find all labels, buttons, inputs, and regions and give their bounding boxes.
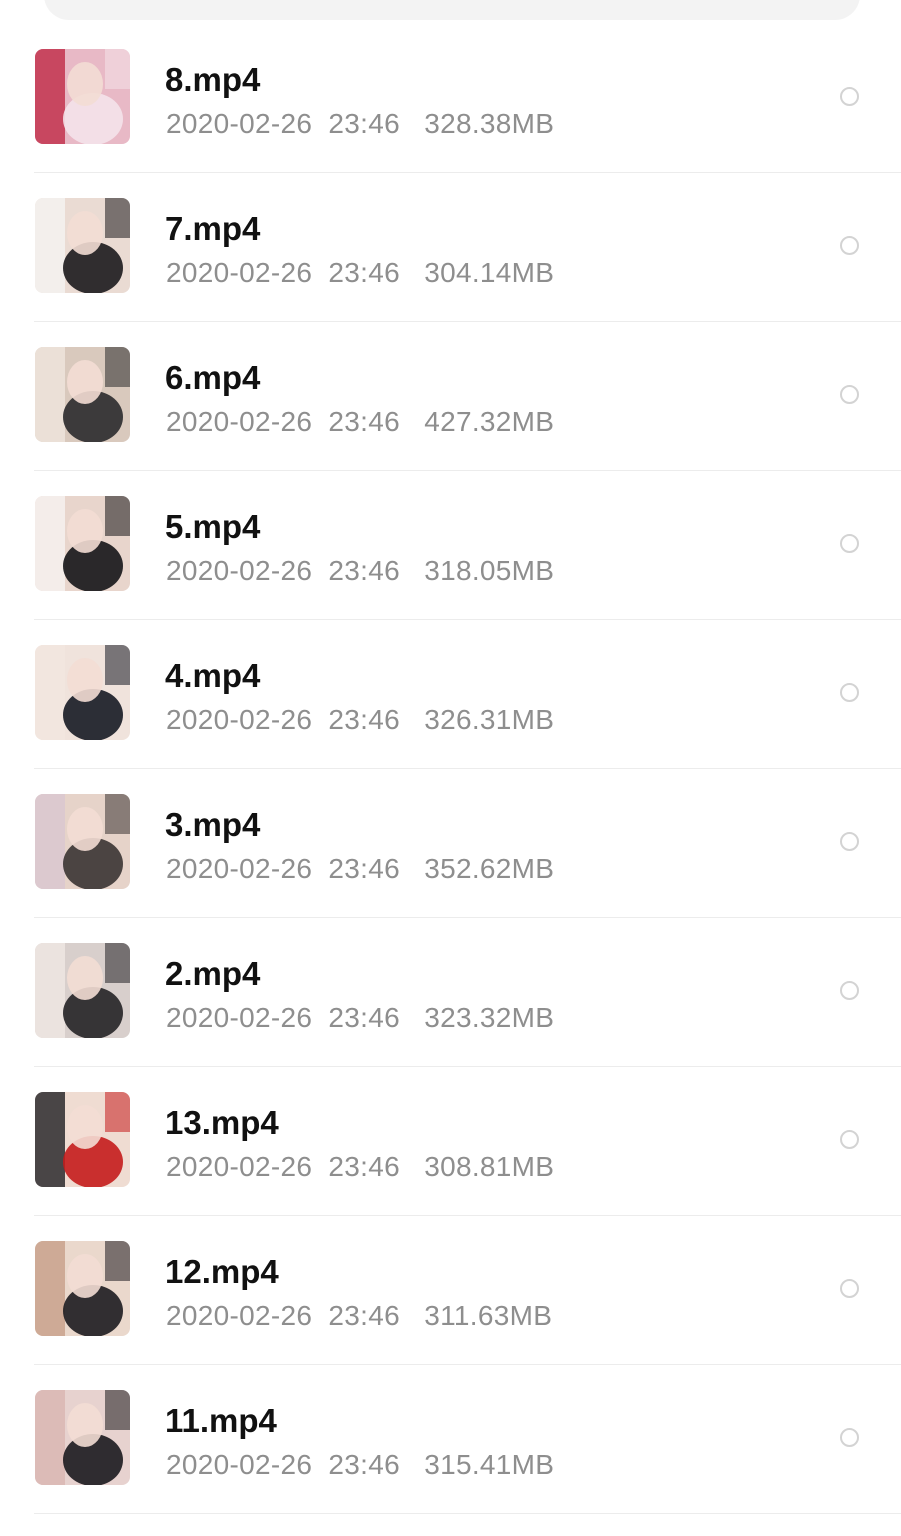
file-date: 2020-02-26 xyxy=(166,1449,313,1480)
file-time: 23:46 xyxy=(328,1151,400,1182)
select-radio[interactable] xyxy=(840,534,859,553)
file-size: 323.32MB xyxy=(424,1002,555,1033)
file-meta: 2020-02-26 23:46 318.05MB xyxy=(166,554,554,588)
file-time: 23:46 xyxy=(328,1449,400,1480)
file-meta: 2020-02-26 23:46 328.38MB xyxy=(166,107,554,141)
file-time: 23:46 xyxy=(328,108,400,139)
list-item[interactable]: 6.mp4 2020-02-26 23:46 427.32MB xyxy=(0,322,901,471)
file-date: 2020-02-26 xyxy=(166,853,313,884)
file-meta: 2020-02-26 23:46 326.31MB xyxy=(166,703,554,737)
file-size: 352.62MB xyxy=(424,853,555,884)
file-size: 427.32MB xyxy=(424,406,555,437)
file-time: 23:46 xyxy=(328,704,400,735)
video-thumbnail xyxy=(35,1241,130,1336)
file-time: 23:46 xyxy=(328,853,400,884)
select-radio[interactable] xyxy=(840,1279,859,1298)
select-radio[interactable] xyxy=(840,832,859,851)
file-size: 308.81MB xyxy=(424,1151,555,1182)
list-item[interactable]: 12.mp4 2020-02-26 23:46 311.63MB xyxy=(0,1216,901,1365)
select-radio[interactable] xyxy=(840,236,859,255)
list-item[interactable]: 11.mp4 2020-02-26 23:46 315.41MB xyxy=(0,1365,901,1514)
video-picker-screen: 8.mp4 2020-02-26 23:46 328.38MB 7.mp4 2020-… xyxy=(0,0,901,1536)
file-date: 2020-02-26 xyxy=(166,257,313,288)
file-name: 2.mp4 xyxy=(165,955,261,992)
file-date: 2020-02-26 xyxy=(166,1151,313,1182)
video-thumbnail xyxy=(35,645,130,740)
file-name: 3.mp4 xyxy=(165,806,261,843)
list-item[interactable]: 4.mp4 2020-02-26 23:46 326.31MB xyxy=(0,620,901,769)
file-size: 311.63MB xyxy=(424,1300,553,1331)
file-time: 23:46 xyxy=(328,406,400,437)
file-meta: 2020-02-26 23:46 315.41MB xyxy=(166,1448,554,1482)
file-name: 11.mp4 xyxy=(165,1402,277,1439)
file-meta: 2020-02-26 23:46 323.32MB xyxy=(166,1001,554,1035)
file-time: 23:46 xyxy=(328,1002,400,1033)
select-radio[interactable] xyxy=(840,981,859,1000)
video-thumbnail xyxy=(35,496,130,591)
file-meta: 2020-02-26 23:46 304.14MB xyxy=(166,256,554,290)
file-name: 12.mp4 xyxy=(165,1253,279,1290)
file-meta: 2020-02-26 23:46 308.81MB xyxy=(166,1150,554,1184)
video-thumbnail xyxy=(35,1092,130,1187)
video-thumbnail xyxy=(35,1390,130,1485)
file-size: 328.38MB xyxy=(424,108,555,139)
select-radio[interactable] xyxy=(840,87,859,106)
file-meta: 2020-02-26 23:46 352.62MB xyxy=(166,852,554,886)
file-name: 7.mp4 xyxy=(165,210,261,247)
file-size: 304.14MB xyxy=(424,257,555,288)
file-name: 6.mp4 xyxy=(165,359,261,396)
file-date: 2020-02-26 xyxy=(166,1300,313,1331)
file-name: 13.mp4 xyxy=(165,1104,279,1141)
file-size: 318.05MB xyxy=(424,555,555,586)
file-time: 23:46 xyxy=(328,555,400,586)
video-thumbnail xyxy=(35,49,130,144)
file-time: 23:46 xyxy=(328,1300,400,1331)
file-name: 8.mp4 xyxy=(165,61,261,98)
file-date: 2020-02-26 xyxy=(166,555,313,586)
video-thumbnail xyxy=(35,943,130,1038)
list-item[interactable]: 8.mp4 2020-02-26 23:46 328.38MB xyxy=(0,24,901,173)
video-thumbnail xyxy=(35,198,130,293)
select-radio[interactable] xyxy=(840,1428,859,1447)
list-item[interactable]: 5.mp4 2020-02-26 23:46 318.05MB xyxy=(0,471,901,620)
file-time: 23:46 xyxy=(328,257,400,288)
select-radio[interactable] xyxy=(840,1130,859,1149)
file-date: 2020-02-26 xyxy=(166,704,313,735)
file-date: 2020-02-26 xyxy=(166,1002,313,1033)
file-meta: 2020-02-26 23:46 427.32MB xyxy=(166,405,554,439)
file-meta: 2020-02-26 23:46 311.63MB xyxy=(166,1299,552,1333)
file-size: 315.41MB xyxy=(424,1449,555,1480)
video-thumbnail xyxy=(35,347,130,442)
search-bar[interactable] xyxy=(44,0,860,20)
list-item[interactable]: 13.mp4 2020-02-26 23:46 308.81MB xyxy=(0,1067,901,1216)
select-radio[interactable] xyxy=(840,385,859,404)
list-item[interactable]: 3.mp4 2020-02-26 23:46 352.62MB xyxy=(0,769,901,918)
file-date: 2020-02-26 xyxy=(166,406,313,437)
list-item[interactable]: 2.mp4 2020-02-26 23:46 323.32MB xyxy=(0,918,901,1067)
file-name: 5.mp4 xyxy=(165,508,261,545)
video-thumbnail xyxy=(35,794,130,889)
list-item[interactable]: 7.mp4 2020-02-26 23:46 304.14MB xyxy=(0,173,901,322)
file-list: 8.mp4 2020-02-26 23:46 328.38MB 7.mp4 2020-… xyxy=(0,24,901,1514)
select-radio[interactable] xyxy=(840,683,859,702)
file-size: 326.31MB xyxy=(424,704,555,735)
file-date: 2020-02-26 xyxy=(166,108,313,139)
file-name: 4.mp4 xyxy=(165,657,261,694)
